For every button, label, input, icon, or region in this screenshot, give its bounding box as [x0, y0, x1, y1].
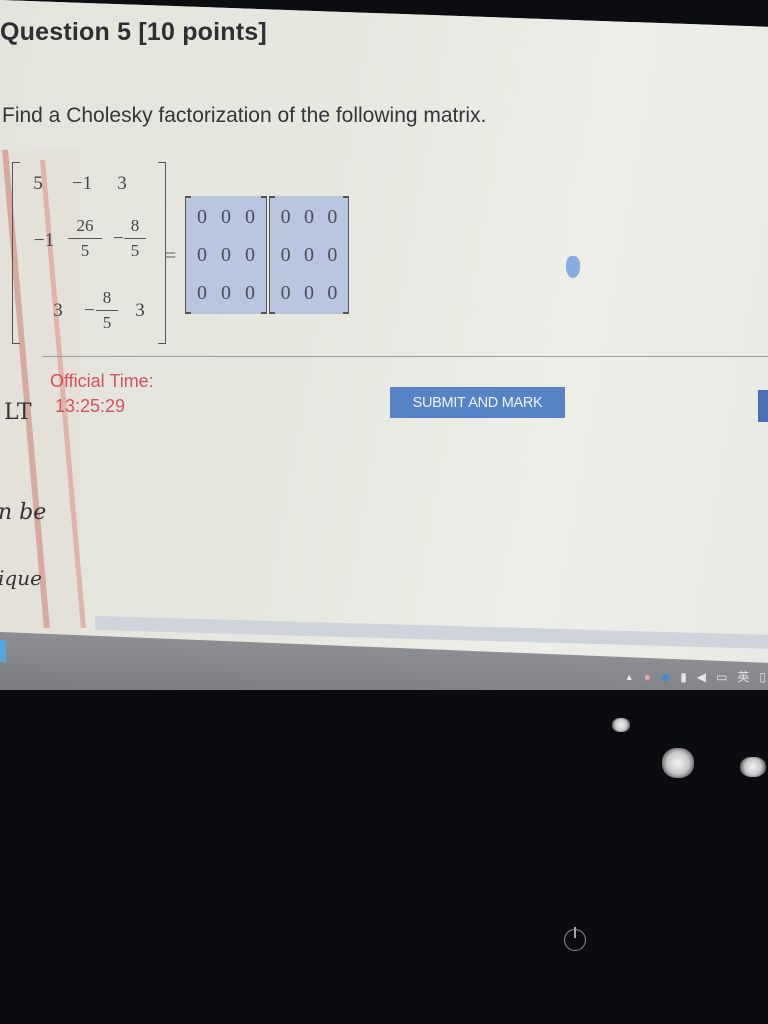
offscreen-button-edge[interactable] [758, 390, 768, 422]
l-cell-input[interactable] [190, 236, 214, 274]
fraction-denominator: 5 [130, 241, 140, 260]
timer-value: 13:25:29 [55, 396, 126, 416]
qq-icon[interactable]: ● [644, 670, 651, 684]
timer-label: Official Time: [50, 371, 154, 391]
handwritten-note: n be [0, 500, 47, 525]
matrix-cell: −1 [71, 173, 93, 194]
lt-cell-input[interactable] [274, 274, 298, 312]
bracket-tick [185, 312, 191, 314]
mouse-cursor-icon [566, 256, 580, 278]
light-reflection [612, 718, 630, 732]
matrix-cell: 5 [33, 173, 43, 194]
minus-sign: − [84, 300, 95, 321]
chevron-up-icon[interactable]: ▲ [625, 672, 634, 682]
equals-sign: = [165, 245, 177, 267]
l-cell-input[interactable] [214, 198, 238, 236]
answer-matrix-lt [269, 196, 349, 314]
handwritten-symbol: LT [4, 400, 32, 425]
volume-icon[interactable]: ◀ [697, 670, 706, 684]
l-cell-input[interactable] [214, 274, 238, 312]
fraction-numerator: 8 [96, 288, 118, 311]
page-background [0, 0, 768, 667]
handwritten-note: ique [0, 566, 42, 590]
power-icon[interactable] [564, 927, 586, 951]
bracket-tick [261, 312, 267, 314]
lt-cell-input[interactable] [320, 236, 344, 274]
minus-sign: − [113, 228, 124, 249]
matrix-fraction: 8 5 [124, 216, 146, 261]
bracket-tick [269, 196, 275, 198]
matrix-fraction: 26 5 [68, 216, 102, 261]
l-cell-input[interactable] [190, 274, 214, 312]
lt-cell-input[interactable] [274, 198, 298, 236]
ime-icon[interactable]: 英 [737, 668, 749, 685]
question-title: Question 5 [10 points] [0, 18, 267, 46]
lt-cell-input[interactable] [320, 198, 344, 236]
matrix-cell: 3 [135, 300, 145, 321]
fraction-denominator: 5 [80, 241, 90, 260]
bracket-tick [343, 196, 349, 198]
l-cell-input[interactable] [238, 198, 262, 236]
matrix-cell: −1 [33, 230, 55, 251]
monitor-bezel [0, 690, 768, 1024]
bracket-tick [261, 196, 267, 198]
steam-icon[interactable]: ◆ [661, 670, 670, 684]
notification-icon[interactable]: ▯ [759, 670, 766, 684]
network-icon[interactable]: ▭ [716, 670, 727, 684]
lt-cell-input[interactable] [297, 198, 321, 236]
fraction-numerator: 8 [124, 216, 146, 239]
lt-cell-input[interactable] [297, 274, 321, 312]
section-divider [42, 356, 768, 357]
start-button-edge[interactable] [0, 640, 6, 662]
l-cell-input[interactable] [190, 198, 214, 236]
light-reflection [662, 748, 694, 778]
light-reflection [740, 757, 766, 777]
battery-icon[interactable]: ▮ [680, 670, 687, 684]
fraction-denominator: 5 [102, 313, 112, 332]
l-cell-input[interactable] [214, 236, 238, 274]
bracket-tick [269, 312, 275, 314]
lt-cell-input[interactable] [274, 236, 298, 274]
matrix-cell: 3 [53, 300, 63, 321]
matrix-fraction: 8 5 [96, 288, 118, 333]
bracket-tick [185, 196, 191, 198]
bracket-tick [343, 312, 349, 314]
l-cell-input[interactable] [238, 274, 262, 312]
question-prompt: Find a Cholesky factorization of the fol… [2, 104, 487, 127]
fraction-numerator: 26 [68, 216, 102, 239]
matrix-cell: 3 [117, 173, 127, 194]
answer-matrix-l [185, 196, 267, 314]
system-tray: ▲ ● ◆ ▮ ◀ ▭ 英 ▯ [625, 668, 766, 685]
lt-cell-input[interactable] [320, 274, 344, 312]
submit-and-mark-button[interactable]: SUBMIT AND MARK [390, 387, 565, 418]
lt-cell-input[interactable] [297, 236, 321, 274]
l-cell-input[interactable] [238, 236, 262, 274]
